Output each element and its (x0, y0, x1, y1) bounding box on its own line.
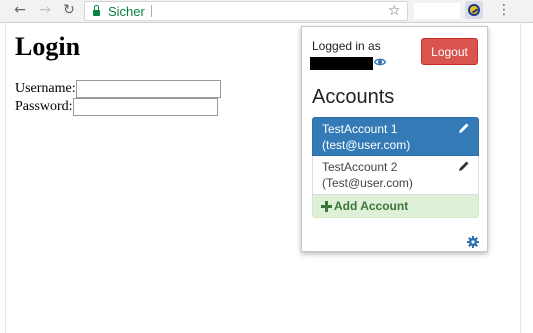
more-vert-icon[interactable]: ⋮ (497, 2, 511, 18)
username-input[interactable] (75, 80, 221, 98)
reload-icon[interactable]: ↻ (61, 2, 77, 18)
username-row: Username: (15, 80, 221, 98)
password-label: Password: (15, 99, 73, 114)
browser-toolbar: ← → ↻ Sicher ☆ ⋮ (0, 0, 533, 23)
account-email: (Test@user.com) (322, 176, 413, 190)
account-item-2[interactable]: TestAccount 2 (Test@user.com) (312, 156, 479, 195)
address-bar[interactable]: Sicher ☆ (84, 1, 408, 21)
lock-icon (93, 4, 100, 16)
account-name: TestAccount 2 (322, 160, 398, 174)
page-title: Login (15, 32, 81, 61)
settings-gear-icon[interactable] (467, 236, 479, 248)
logout-button[interactable]: Logout (421, 38, 478, 65)
add-account-label: Add Account (334, 199, 409, 213)
account-item-1[interactable]: TestAccount 1 (test@user.com) (312, 117, 479, 156)
edit-pencil-icon[interactable] (458, 122, 470, 134)
account-email: (test@user.com) (322, 138, 411, 152)
accounts-list: TestAccount 1 (test@user.com) TestAccoun… (312, 117, 479, 218)
bookmark-star-icon[interactable]: ☆ (388, 2, 401, 20)
plus-icon (321, 200, 332, 212)
account-name: TestAccount 1 (322, 122, 398, 136)
eye-icon[interactable] (374, 56, 386, 68)
password-row: Password: (15, 98, 218, 116)
extension-icon[interactable] (465, 1, 483, 19)
logged-in-label: Logged in as (312, 39, 381, 53)
username-label: Username: (15, 81, 76, 96)
extension-popup: Logged in as Logout Accounts TestAccount… (301, 26, 488, 252)
extension-area (414, 3, 460, 19)
security-indicator[interactable]: Sicher (93, 2, 145, 20)
accounts-title: Accounts (312, 86, 395, 108)
address-separator (151, 5, 152, 17)
back-arrow-icon[interactable]: ← (12, 2, 28, 18)
password-input[interactable] (72, 98, 218, 116)
extension-logo-icon (468, 4, 480, 16)
secure-label: Sicher (108, 3, 145, 19)
add-account-button[interactable]: Add Account (312, 195, 479, 218)
masked-username (310, 57, 373, 70)
forward-arrow-icon[interactable]: → (37, 2, 53, 18)
edit-pencil-icon[interactable] (458, 160, 470, 172)
